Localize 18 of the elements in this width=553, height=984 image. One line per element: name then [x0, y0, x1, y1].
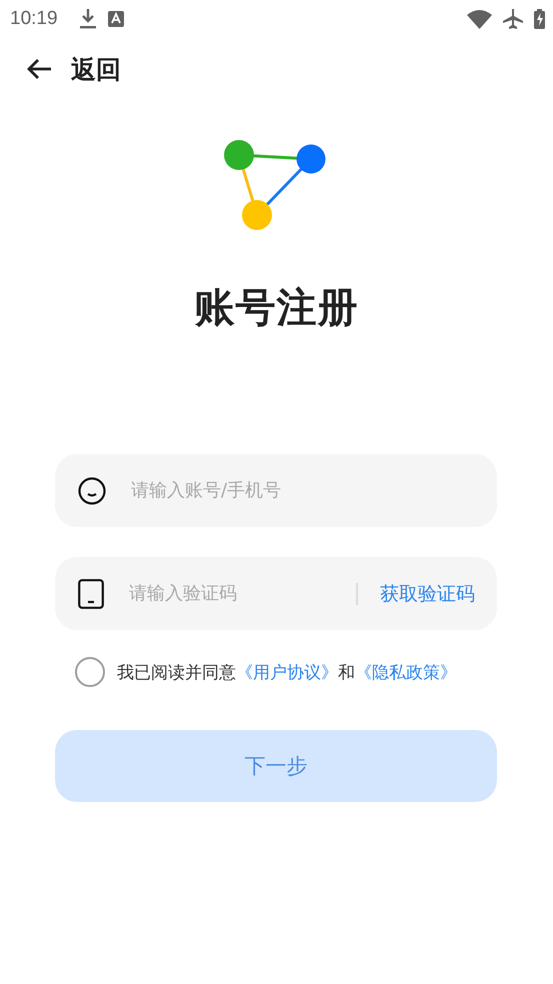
get-code-link[interactable]: 获取验证码 [380, 580, 475, 606]
agree-checkbox[interactable] [75, 657, 105, 687]
back-icon[interactable] [27, 58, 53, 80]
page-title: 账号注册 [194, 284, 360, 333]
download-icon [80, 9, 96, 29]
status-time: 10:19 [10, 8, 58, 30]
phone-icon [78, 578, 104, 608]
policy-link[interactable]: 《隐私政策》 [355, 662, 457, 682]
input-field[interactable]: 请输入验证码 [127, 582, 356, 605]
battery-charging-icon [534, 9, 545, 29]
back-button[interactable]: 返回 [71, 52, 121, 86]
wifi-icon [467, 10, 492, 28]
policy-link[interactable]: 《用户协议》 [236, 662, 338, 682]
keyboard-app-icon [108, 11, 124, 27]
smile-icon [78, 476, 106, 504]
input-field[interactable]: 请输入账号/手机号 [129, 479, 475, 502]
airplane-icon [502, 8, 524, 30]
agreement-text: 我已阅读并同意《用户协议》和《隐私政策》 [117, 662, 457, 684]
